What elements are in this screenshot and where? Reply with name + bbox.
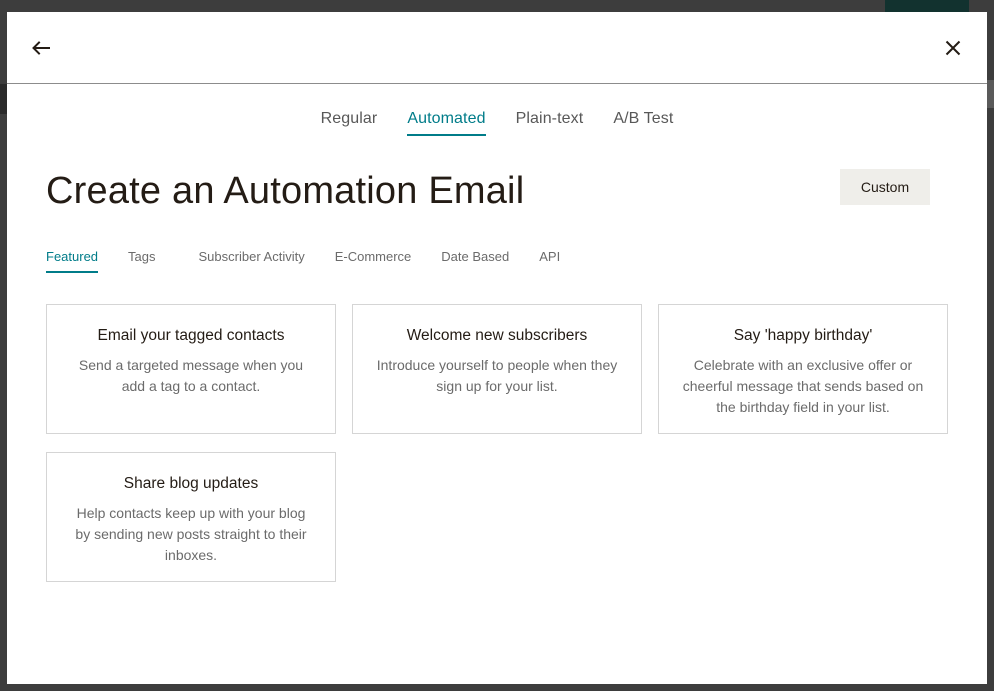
backdrop-sliver-right xyxy=(987,80,994,108)
card-title: Share blog updates xyxy=(123,475,259,492)
custom-button[interactable]: Custom xyxy=(840,169,930,205)
automation-card-tagged-contacts[interactable]: Email your tagged contacts Send a target… xyxy=(46,304,336,434)
tab-ab-test[interactable]: A/B Test xyxy=(613,110,673,136)
automation-card-blog-updates[interactable]: Share blog updates Help contacts keep up… xyxy=(46,452,336,582)
tab-regular[interactable]: Regular xyxy=(321,110,378,136)
category-tab-tags[interactable]: Tags xyxy=(128,249,155,273)
category-tab-subscriber-activity[interactable]: Subscriber Activity xyxy=(199,249,305,273)
category-tab-api[interactable]: API xyxy=(539,249,560,273)
category-tab-featured[interactable]: Featured xyxy=(46,249,99,273)
card-title: Say 'happy birthday' xyxy=(733,327,873,344)
back-button[interactable] xyxy=(29,36,53,60)
close-icon xyxy=(945,40,961,56)
arrow-left-icon xyxy=(32,41,50,55)
card-description: Send a targeted message when you add a t… xyxy=(78,357,304,394)
backdrop-header-strip xyxy=(885,0,969,12)
create-email-modal: Regular Automated Plain-text A/B Test Cr… xyxy=(7,12,987,684)
card-description: Celebrate with an exclusive offer or che… xyxy=(682,357,924,415)
category-tab-e-commerce[interactable]: E-Commerce xyxy=(335,249,412,273)
card-description: Help contacts keep up with your blog by … xyxy=(75,505,307,563)
email-type-tabs: Regular Automated Plain-text A/B Test xyxy=(7,110,987,136)
tab-automated[interactable]: Automated xyxy=(407,110,486,136)
automation-card-welcome-subscribers[interactable]: Welcome new subscribers Introduce yourse… xyxy=(352,304,642,434)
backdrop-sliver-left xyxy=(0,84,7,114)
card-title: Email your tagged contacts xyxy=(97,327,285,344)
close-button[interactable] xyxy=(941,36,965,60)
card-description: Introduce yourself to people when they s… xyxy=(376,357,618,394)
automation-card-happy-birthday[interactable]: Say 'happy birthday' Celebrate with an e… xyxy=(658,304,948,434)
category-tab-date-based[interactable]: Date Based xyxy=(441,249,509,273)
page-title: Create an Automation Email xyxy=(46,170,525,212)
tab-plain-text[interactable]: Plain-text xyxy=(516,110,584,136)
card-title: Welcome new subscribers xyxy=(406,327,588,344)
modal-header xyxy=(7,12,987,84)
category-tabs: Featured Tags Subscriber Activity E-Comm… xyxy=(46,249,590,273)
